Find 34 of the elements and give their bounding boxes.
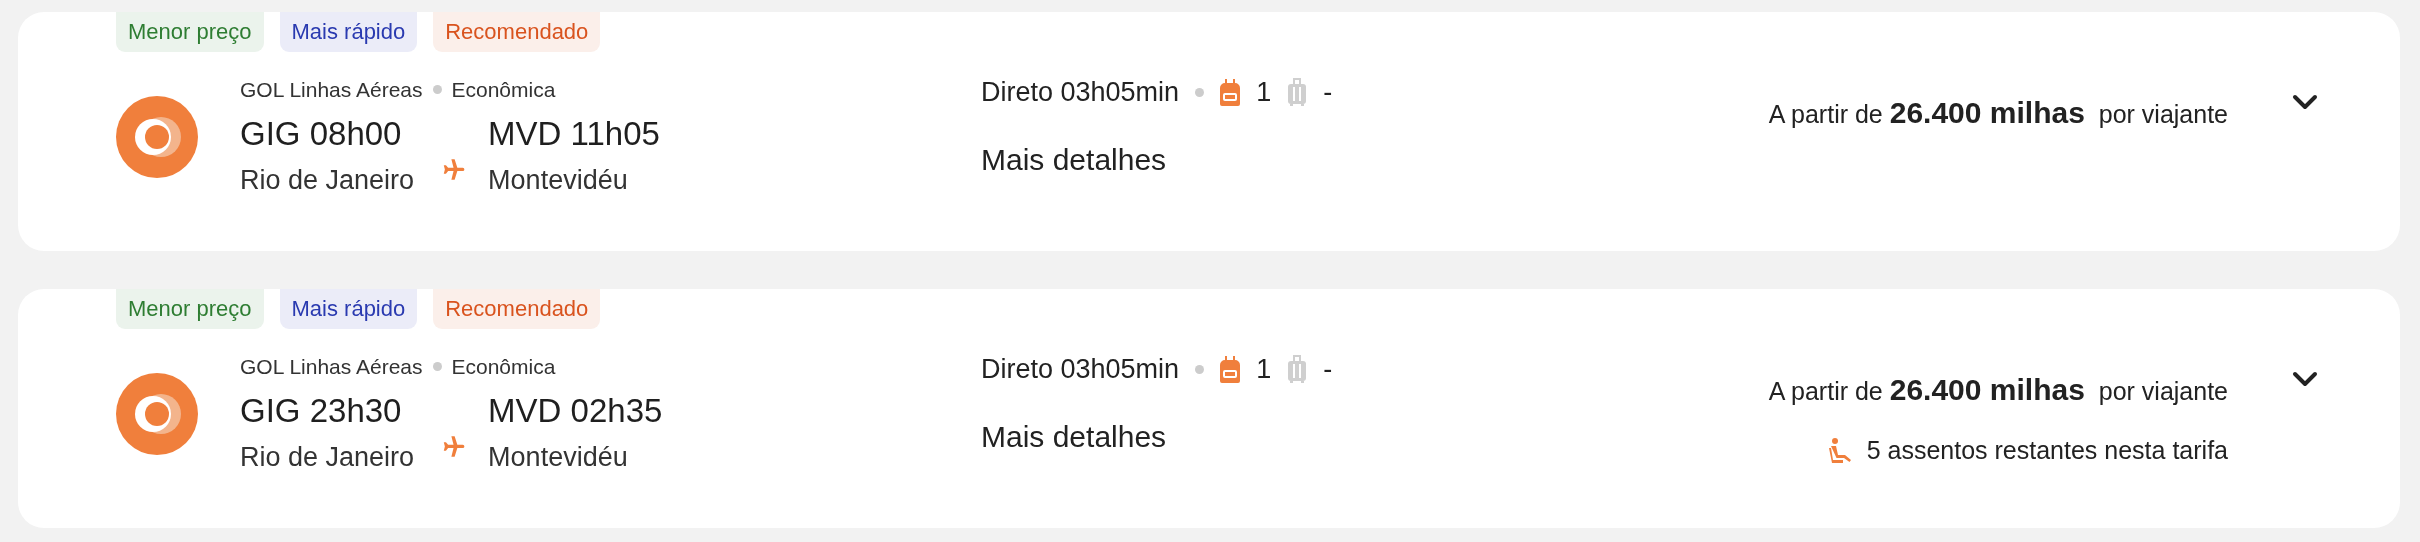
separator-dot bbox=[1195, 87, 1205, 97]
departure-time: GIG 23h30 bbox=[240, 390, 403, 431]
arrival-time: MVD 02h35 bbox=[488, 390, 663, 431]
carry-on-count: 1 bbox=[1256, 76, 1272, 109]
price-text: A partir de 26.400 milhas por viajante bbox=[1768, 372, 2228, 408]
cabin-class: Econômica bbox=[451, 77, 556, 103]
carry-on-count: 1 bbox=[1256, 353, 1272, 386]
airline-name: GOL Linhas Aéreas bbox=[240, 354, 423, 380]
departure-city: Rio de Janeiro bbox=[240, 163, 415, 197]
separator-dot bbox=[432, 362, 442, 372]
flight-duration: Direto 03h05min bbox=[981, 76, 1180, 109]
separator-dot bbox=[1195, 364, 1205, 374]
price-text: A partir de 26.400 milhas por viajante bbox=[1768, 95, 2228, 131]
seat-icon bbox=[1828, 437, 1853, 464]
tag: Menor preço bbox=[116, 12, 264, 52]
flight-duration: Direto 03h05min bbox=[981, 353, 1180, 386]
airline-name: GOL Linhas Aéreas bbox=[240, 77, 423, 103]
details-link[interactable]: Mais detalhes bbox=[981, 136, 1167, 182]
tag: Mais rápido bbox=[279, 12, 418, 52]
separator-dot bbox=[432, 85, 442, 95]
checked-bag-count: - bbox=[1323, 76, 1333, 109]
arrival-time: MVD 11h05 bbox=[488, 113, 660, 154]
details-link[interactable]: Mais detalhes bbox=[981, 413, 1167, 459]
tag: Recomendado bbox=[433, 289, 601, 329]
tag: Recomendado bbox=[433, 12, 601, 52]
arrival-city: Montevidéu bbox=[488, 440, 629, 474]
seats-remaining-text: 5 assentos restantes nesta tarifa bbox=[1866, 435, 2228, 466]
checked-bag-count: - bbox=[1323, 353, 1333, 386]
arrival-city: Montevidéu bbox=[488, 163, 629, 197]
tag: Mais rápido bbox=[279, 289, 418, 329]
tag: Menor preço bbox=[116, 289, 264, 329]
departure-time: GIG 08h00 bbox=[240, 113, 403, 154]
departure-city: Rio de Janeiro bbox=[240, 440, 415, 474]
cabin-class: Econômica bbox=[451, 354, 556, 380]
